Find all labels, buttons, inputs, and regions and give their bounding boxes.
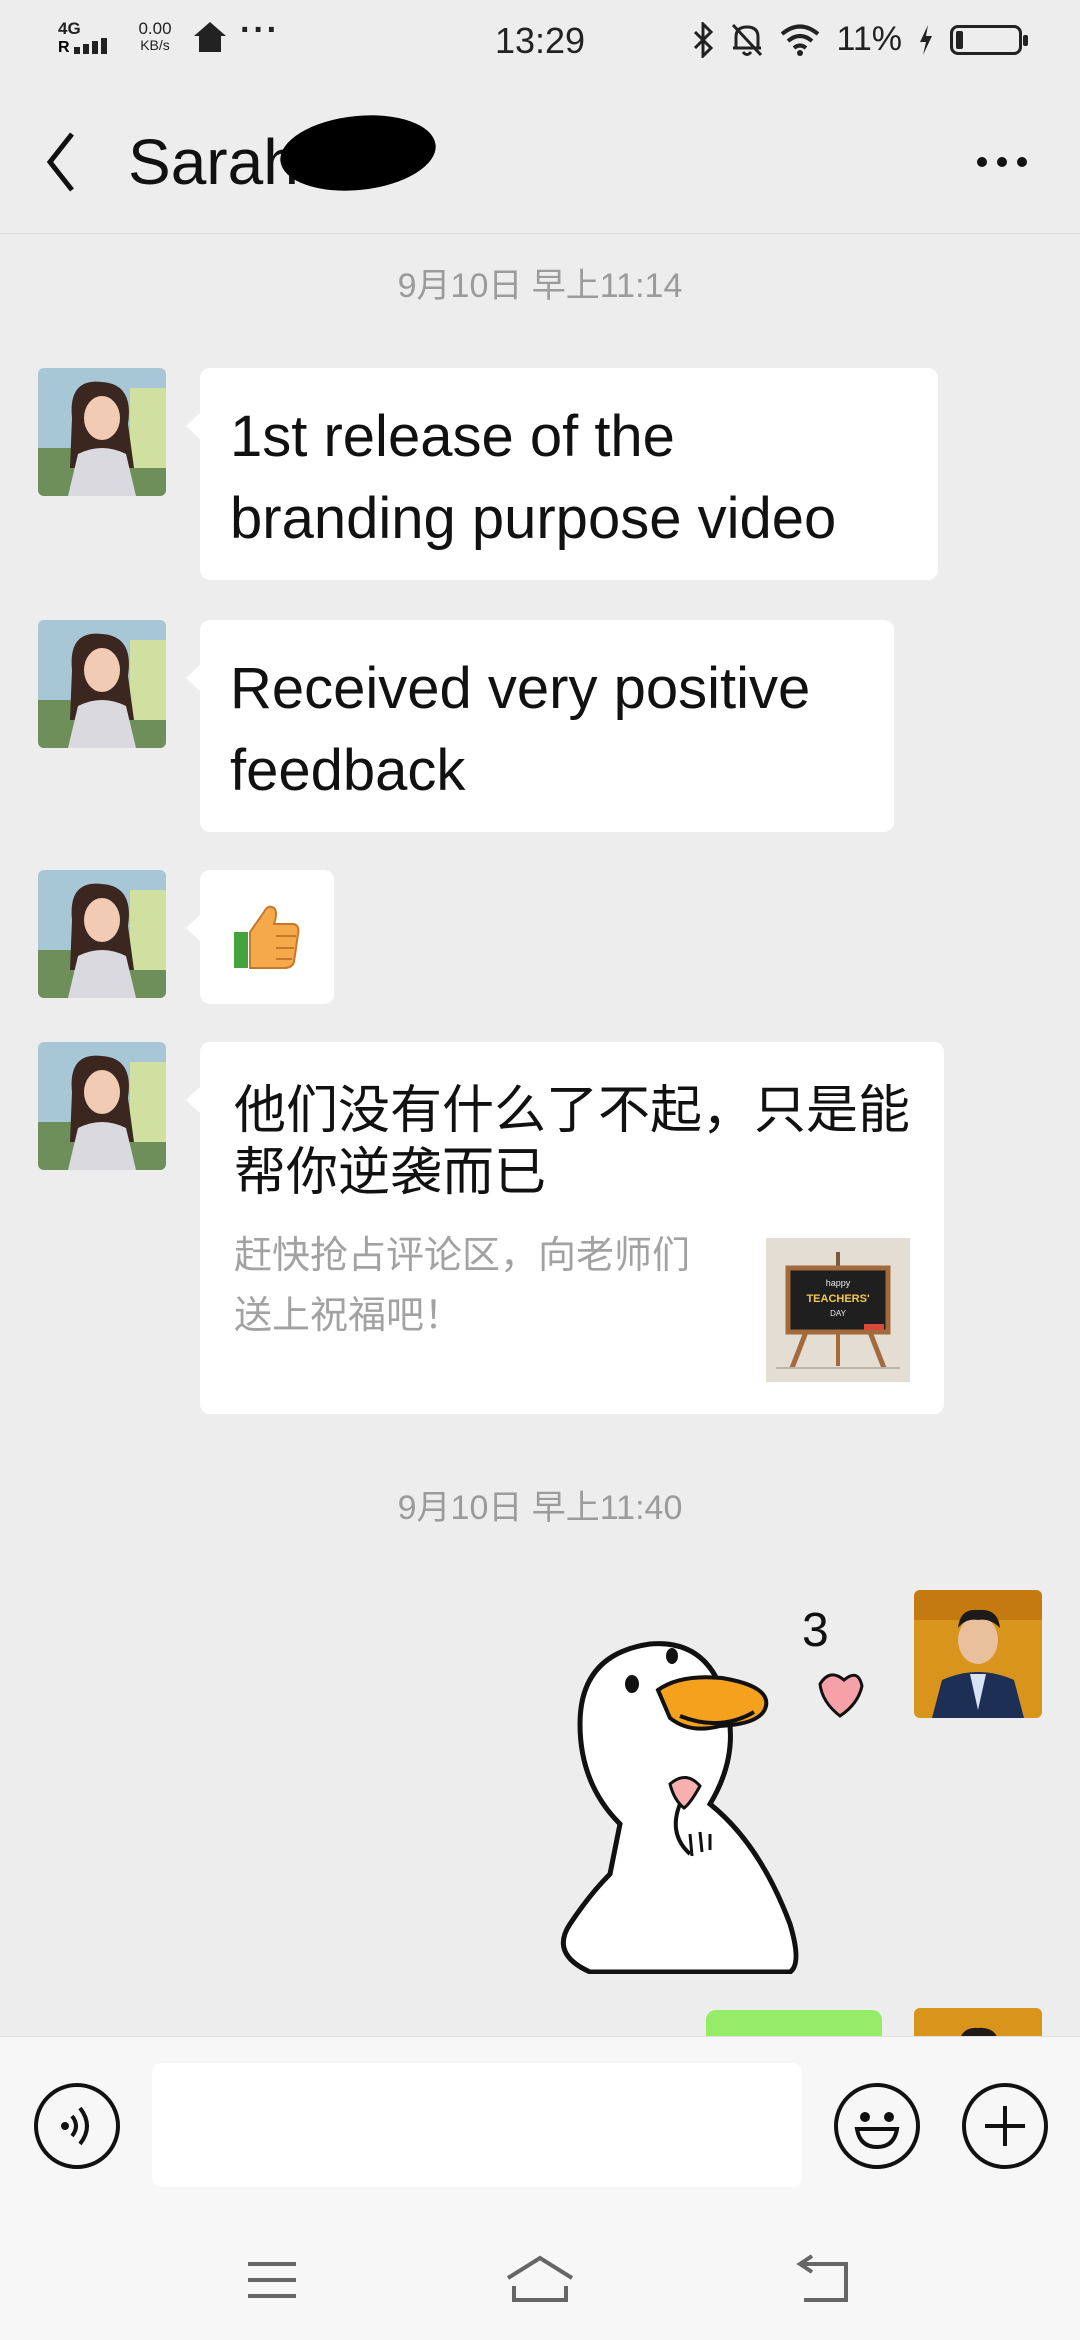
message-timestamp: 9月10日 早上11:40 — [397, 1489, 683, 1527]
bubble-tail — [186, 914, 201, 942]
wifi-icon — [781, 24, 820, 56]
plus-icon — [985, 2106, 1025, 2146]
menu-nav-button[interactable] — [222, 2250, 322, 2310]
chat-input-bar — [0, 2036, 1080, 2226]
avatar-photo — [38, 368, 166, 496]
link-card-message[interactable]: 他们没有什么了不起，只是能帮你逆袭而已 赶快抢占评论区，向老师们送上祝福吧！ h… — [186, 1042, 944, 1414]
system-navigation-bar — [0, 2226, 1080, 2340]
bubble-tail — [186, 412, 201, 440]
user-avatar[interactable] — [914, 1590, 1042, 1718]
message-input[interactable] — [152, 2063, 802, 2187]
thumb-text-happy: happy — [826, 1278, 851, 1288]
sticker-label: 3 — [802, 1604, 829, 1657]
more-options-button[interactable] — [962, 132, 1042, 192]
chat-title: Sarah — [128, 126, 299, 198]
emoji-button[interactable] — [834, 2083, 920, 2169]
status-bar: 4G R 0.00 KB/s ··· 13:29 11% — [0, 0, 1080, 82]
redaction-mark — [276, 108, 440, 198]
bubble-tail — [186, 664, 201, 692]
contact-avatar[interactable] — [38, 368, 166, 496]
bluetooth-icon — [694, 21, 714, 58]
voice-button[interactable] — [34, 2083, 120, 2169]
message-timestamp: 9月10日 早上11:14 — [397, 267, 683, 305]
more-dot — [1017, 157, 1027, 167]
message-text: Received very positive feedback — [230, 656, 811, 803]
chalkboard-easel-image: happy TEACHERS' DAY — [766, 1238, 910, 1382]
battery-icon — [950, 24, 1028, 55]
duck-sticker[interactable]: 3 — [540, 1594, 880, 1974]
emoji-icon — [854, 2112, 900, 2150]
charging-icon — [920, 24, 932, 55]
link-card-thumbnail: happy TEACHERS' DAY — [766, 1238, 910, 1382]
more-dot — [997, 157, 1007, 167]
back-button[interactable] — [38, 122, 88, 202]
incoming-message-bubble[interactable]: Received very positive feedback — [186, 620, 894, 832]
incoming-emoji-bubble[interactable] — [186, 870, 334, 1004]
bubble-tail — [186, 1086, 201, 1114]
chat-header: Sarah — [0, 82, 1080, 234]
contact-avatar[interactable] — [38, 1042, 166, 1170]
avatar-photo — [38, 620, 166, 748]
voice-icon — [61, 2106, 89, 2146]
back-nav-button[interactable] — [774, 2250, 874, 2310]
avatar-photo — [914, 1590, 1042, 1718]
more-functions-button[interactable] — [962, 2083, 1048, 2169]
thumb-text-teachers: TEACHERS' — [806, 1293, 870, 1305]
avatar-photo — [38, 1042, 166, 1170]
home-nav-button[interactable] — [490, 2250, 590, 2310]
message-text: 1st release of the branding purpose vide… — [230, 404, 837, 551]
incoming-message-bubble[interactable]: 1st release of the branding purpose vide… — [186, 368, 938, 580]
thumb-text-day: DAY — [830, 1309, 847, 1318]
link-card-description: 赶快抢占评论区，向老师们送上祝福吧！ — [234, 1235, 691, 1337]
avatar-photo — [38, 870, 166, 998]
battery-level — [956, 30, 963, 49]
thumbs-up-icon — [234, 905, 300, 969]
link-card-title: 他们没有什么了不起，只是能帮你逆袭而已 — [234, 1082, 911, 1202]
mute-bell-icon — [732, 23, 763, 56]
more-dot — [977, 157, 987, 167]
battery-percentage: 11% — [836, 20, 902, 58]
contact-avatar[interactable] — [38, 870, 166, 998]
contact-avatar[interactable] — [38, 620, 166, 748]
